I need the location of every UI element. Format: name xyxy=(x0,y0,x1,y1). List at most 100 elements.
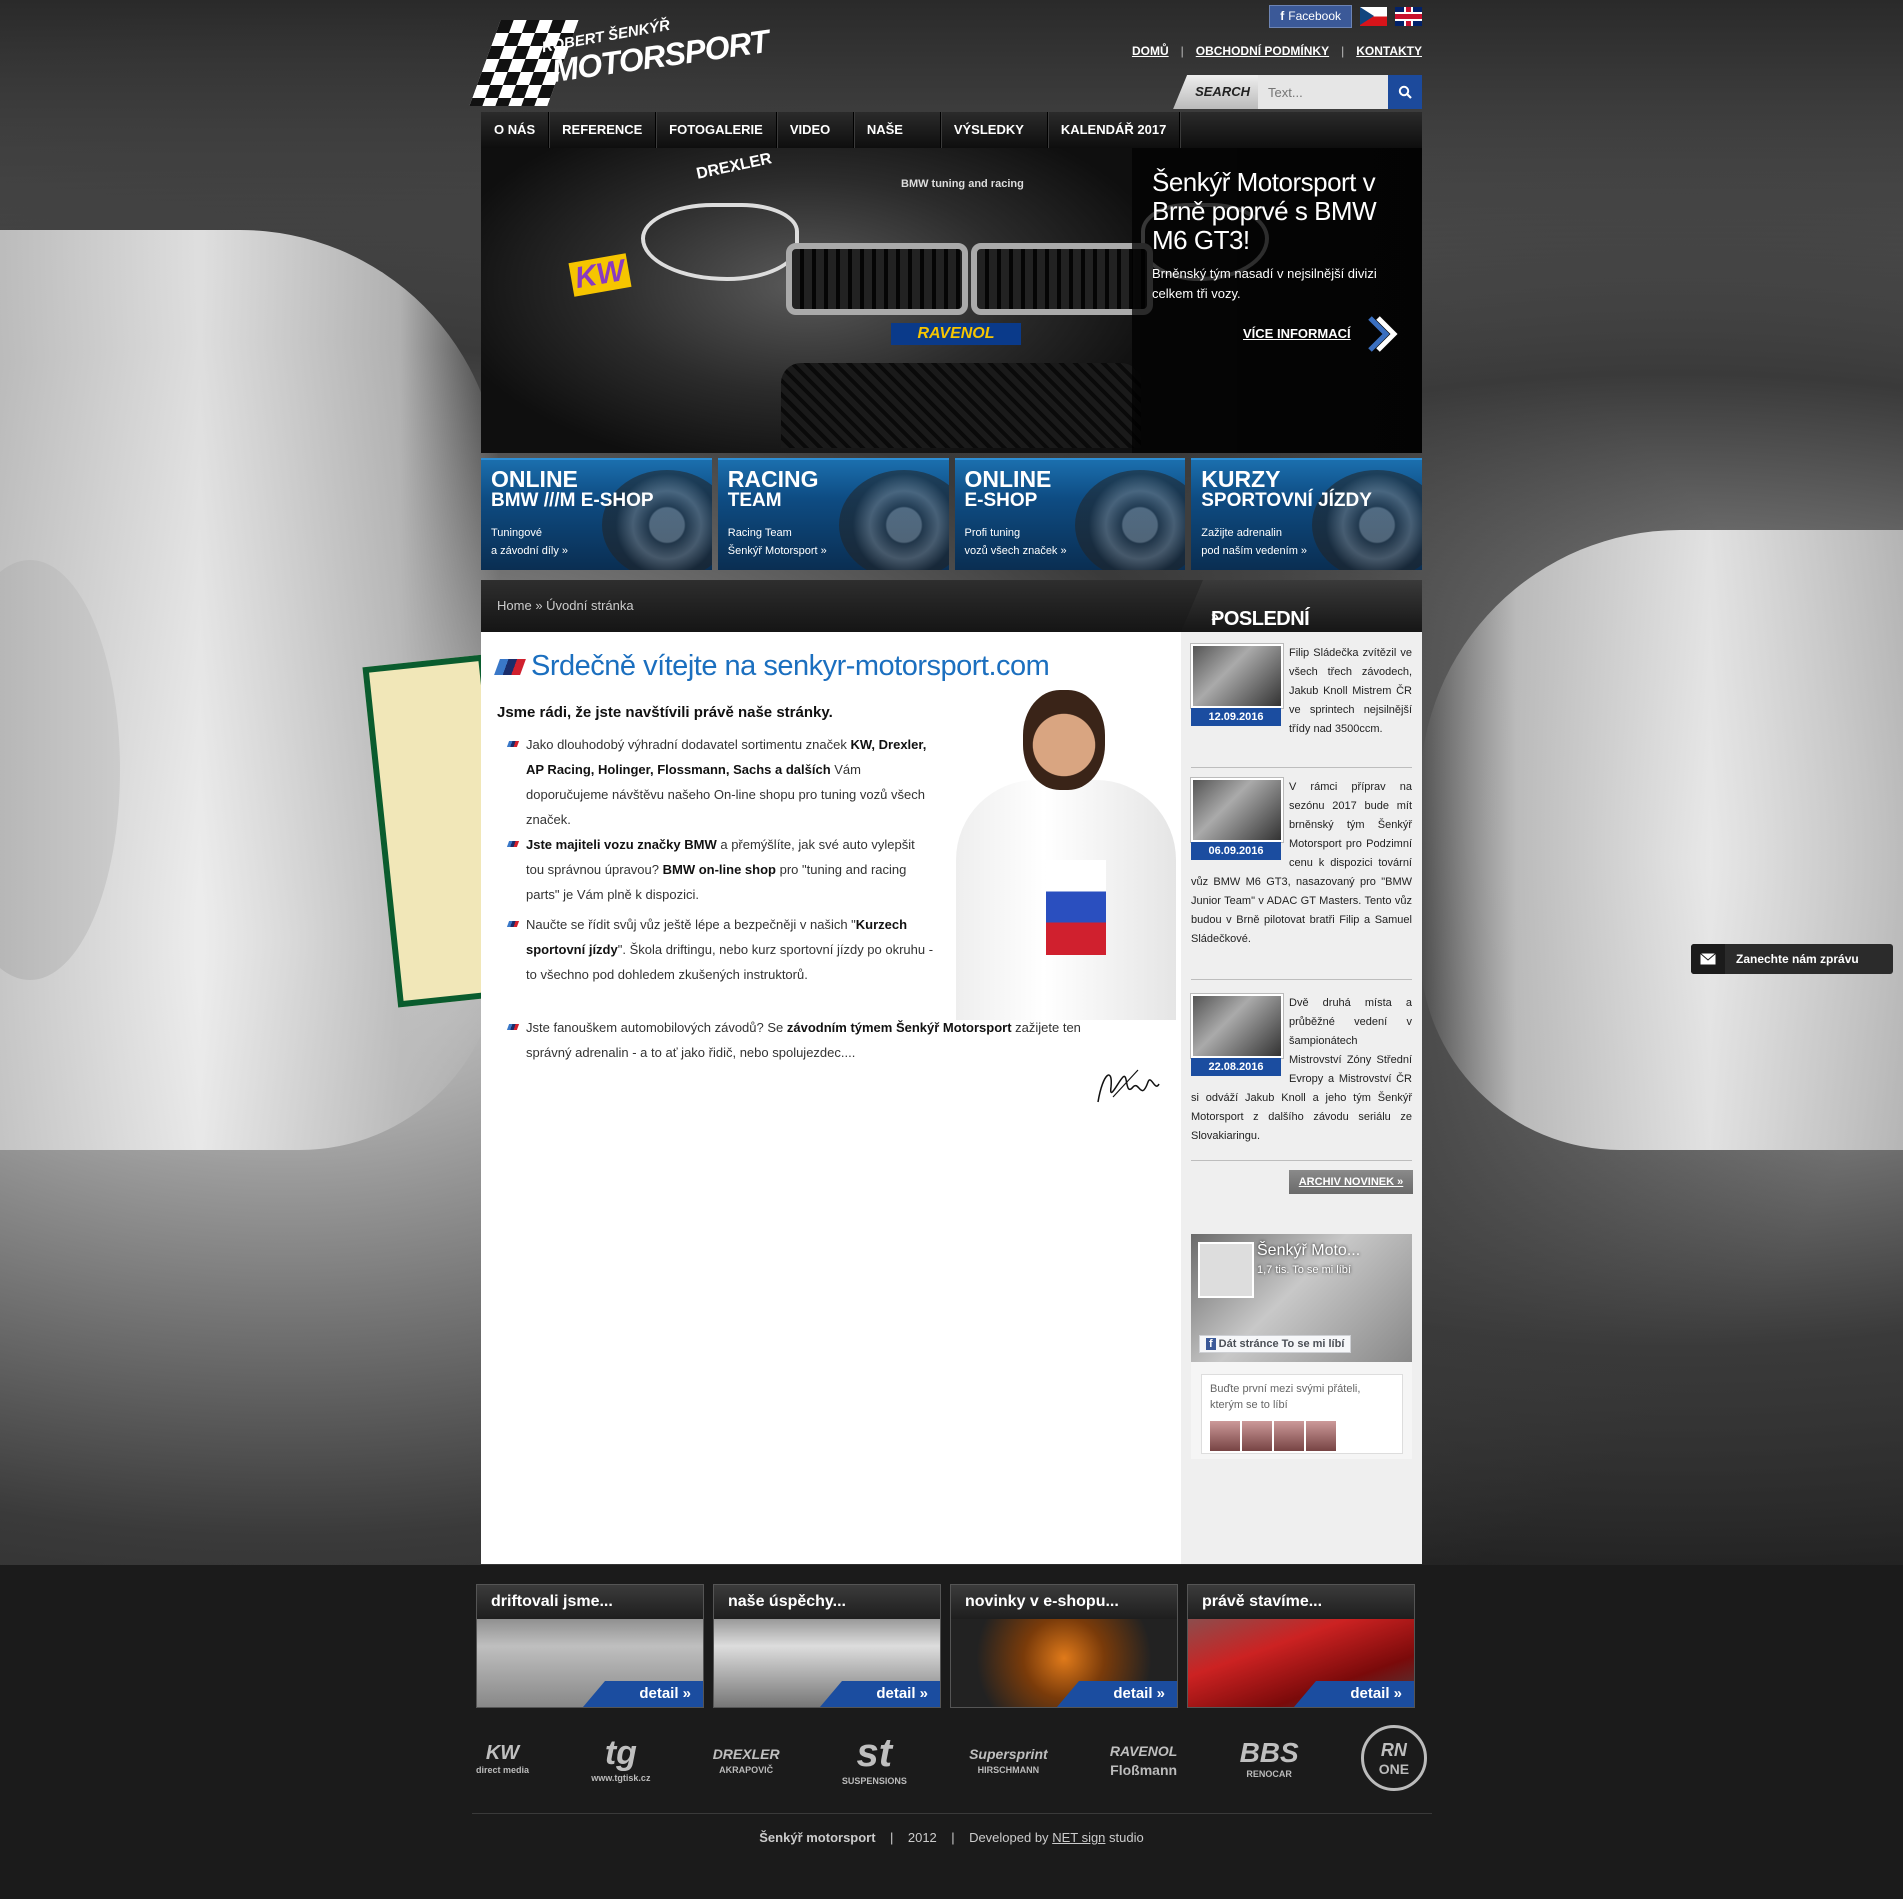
facebook-page-widget: Šenkýř Moto... 1,7 tis. To se mi líbí fD… xyxy=(1191,1234,1412,1459)
link-contacts[interactable]: KONTAKTY xyxy=(1356,44,1422,58)
sponsor-logo-ravenol[interactable]: RAVENOL Floßmann xyxy=(1110,1739,1177,1778)
nav-item-gallery[interactable]: FOTOGALERIE xyxy=(656,112,777,148)
kidney-grille-left xyxy=(786,243,968,315)
promo-tile-eshop[interactable]: ONLINE E-SHOP Profi tuning vozů všech zna… xyxy=(954,458,1186,570)
racing-image xyxy=(838,470,949,570)
facebook-label: Facebook xyxy=(1288,9,1341,23)
leave-message-tab[interactable]: Zanechte nám zprávu xyxy=(1691,944,1893,974)
driver-head xyxy=(1023,690,1105,790)
developer-link[interactable]: NET sign xyxy=(1052,1830,1105,1845)
news-item[interactable]: 06.09.2016 V rámci příprav na sezónu 201… xyxy=(1191,778,1412,980)
breadcrumb-current: Úvodní stránka xyxy=(546,598,634,613)
footer-tile-drift[interactable]: driftovali jsme... detail » xyxy=(476,1584,704,1708)
hero-banner[interactable]: DREXLER BMW tuning and racing KW RAVENOL… xyxy=(481,148,1422,453)
banner-title: Šenkýř Motorsport v Brně poprvé s BMW M6… xyxy=(1152,167,1377,255)
chevron-right-icon[interactable] xyxy=(1366,316,1398,352)
banner-more-link[interactable]: VÍCE INFORMACÍ xyxy=(1243,326,1351,341)
page-title: Srdečně vítejte na senkyr-motorsport.com xyxy=(494,650,1050,683)
sponsor-logo-supersprint[interactable]: Supersprint HIRSCHMANN xyxy=(969,1742,1048,1775)
avatar xyxy=(1210,1421,1240,1451)
promo-title: RACING xyxy=(727,466,819,492)
friend-avatars xyxy=(1210,1421,1336,1451)
m-stripe-icon xyxy=(494,658,526,675)
promo-title: KURZY xyxy=(1201,466,1281,492)
paragraph-brands: Jako dlouhodobý výhradní dodavatel sorti… xyxy=(506,732,936,832)
brake-image xyxy=(1075,470,1186,570)
link-terms[interactable]: OBCHODNÍ PODMÍNKY xyxy=(1196,44,1329,58)
archive-button[interactable]: ARCHIV NOVINEK » xyxy=(1289,1170,1413,1194)
avatar xyxy=(1306,1421,1336,1451)
banner-text: Brněnský tým nasadí v nejsilnější divizi… xyxy=(1152,266,1377,301)
nav-item-results[interactable]: VÝSLEDKY xyxy=(941,112,1048,148)
facebook-profile-picture[interactable] xyxy=(1198,1242,1254,1298)
footer-tile-title: právě stavíme... xyxy=(1188,1585,1414,1619)
bullet-icon xyxy=(506,741,520,747)
footer-divider xyxy=(472,1813,1432,1814)
sponsor-logo-tg[interactable]: tg www.tgtisk.cz xyxy=(591,1734,650,1783)
nav-item-cars[interactable]: NAŠE AUTA xyxy=(854,112,941,173)
news-item[interactable]: 12.09.2016 Filip Sládečka zvítězil ve vš… xyxy=(1191,644,1412,768)
site-logo[interactable]: ROBERT ŠENKÝŘ MOTORSPORT xyxy=(469,8,771,113)
news-item[interactable]: 22.08.2016 Dvě druhá místa a průběžné ve… xyxy=(1191,994,1412,1161)
nav-item-about[interactable]: O NÁS xyxy=(481,112,550,148)
top-links: DOMŮ | OBCHODNÍ PODMÍNKY | KONTAKTY xyxy=(1131,44,1422,58)
promo-tile-racing-team[interactable]: RACING TEAM Racing Team Šenkýř Motorsport… xyxy=(717,458,949,570)
promo-title: ONLINE xyxy=(491,466,578,492)
nav-item-reference[interactable]: REFERENCE xyxy=(549,112,657,148)
paragraph-bmw: Jste majiteli vozu značky BMW a přemýšlí… xyxy=(506,832,936,907)
search-icon xyxy=(1398,85,1412,99)
news-divider xyxy=(1191,767,1412,768)
facebook-friends-text: Buďte první mezi svými přáteli, kterým s… xyxy=(1210,1383,1361,1411)
nav-item-calendar[interactable]: KALENDÁŘ 2017 xyxy=(1048,112,1181,148)
sponsor-logo-kw[interactable]: KW direct media xyxy=(476,1742,529,1775)
news-divider xyxy=(1191,979,1412,980)
facebook-icon: f xyxy=(1206,1338,1216,1350)
footer-tile-title: naše úspěchy... xyxy=(714,1585,940,1619)
latest-news-header[interactable]: POSLEDNÍ NOVINKY » xyxy=(1181,580,1422,632)
promo-tile-bmw-eshop[interactable]: ONLINE BMW ///M E-SHOP Tuningové a závodn… xyxy=(481,458,712,570)
sponsor-logo-st[interactable]: st SUSPENSIONS xyxy=(842,1731,907,1786)
news-date: 12.09.2016 xyxy=(1191,708,1281,726)
promo-subtitle: E-SHOP xyxy=(964,490,1038,511)
search-button[interactable] xyxy=(1388,75,1422,109)
news-thumbnail[interactable] xyxy=(1191,778,1283,842)
lower-grille xyxy=(781,363,1141,448)
news-date: 22.08.2016 xyxy=(1191,1058,1281,1076)
footer-tile-successes[interactable]: naše úspěchy... detail » xyxy=(713,1584,941,1708)
breadcrumb: Home » Úvodní stránka xyxy=(497,598,634,613)
lead-text: Jsme rádi, že jste navštívili právě naše… xyxy=(497,704,833,721)
promo-tiles: ONLINE BMW ///M E-SHOP Tuningové a závodn… xyxy=(481,458,1422,570)
flag-czech-icon[interactable] xyxy=(1360,7,1387,26)
facebook-friends-box: Buďte první mezi svými přáteli, kterým s… xyxy=(1201,1374,1403,1454)
facebook-likes-count: 1,7 tis. To se mi líbí xyxy=(1257,1264,1351,1276)
envelope-icon xyxy=(1691,944,1725,974)
news-divider xyxy=(1191,1160,1412,1161)
footer-tile-title: novinky v e-shopu... xyxy=(951,1585,1177,1619)
flag-uk-icon[interactable] xyxy=(1395,7,1422,26)
breadcrumb-home[interactable]: Home xyxy=(497,598,532,613)
link-home[interactable]: DOMŮ xyxy=(1132,44,1169,58)
sponsor-logo-drexler[interactable]: DREXLER AKRAPOVIČ xyxy=(713,1742,780,1775)
sponsor-logo-bbs[interactable]: BBS RENOCAR xyxy=(1240,1737,1299,1779)
facebook-icon: f xyxy=(1280,9,1285,23)
sponsor-logo-rn-one[interactable]: RN ONE xyxy=(1360,1725,1427,1791)
footer-tiles: driftovali jsme... detail » naše úspěchy… xyxy=(476,1584,1427,1708)
facebook-like-button[interactable]: f Dát stránce To se mi líbí xyxy=(1199,1335,1352,1353)
promo-desc: Tuningové a závodní díly » xyxy=(491,527,569,557)
page-title-text: Srdečně vítejte na senkyr-motorsport.com xyxy=(531,650,1050,682)
nav-item-video[interactable]: VIDEO xyxy=(777,112,854,148)
facebook-button[interactable]: f Facebook xyxy=(1269,5,1352,28)
promo-subtitle: TEAM xyxy=(727,490,782,511)
facebook-page-name[interactable]: Šenkýř Moto... xyxy=(1257,1242,1360,1260)
promo-subtitle: BMW ///M E-SHOP xyxy=(491,490,654,511)
news-sidebar: 12.09.2016 Filip Sládečka zvítězil ve vš… xyxy=(1181,632,1422,1564)
news-thumbnail[interactable] xyxy=(1191,644,1283,708)
promo-desc: Racing Team Šenkýř Motorsport » xyxy=(727,527,827,557)
search-input[interactable] xyxy=(1258,75,1388,109)
footer-tile-building[interactable]: právě stavíme... detail » xyxy=(1187,1584,1415,1708)
footer-tile-eshop-news[interactable]: novinky v e-shopu... detail » xyxy=(950,1584,1178,1708)
promo-tile-driving-courses[interactable]: KURZY SPORTOVNÍ JÍZDY Zažijte adrenalin p… xyxy=(1191,458,1422,570)
news-thumbnail[interactable] xyxy=(1191,994,1283,1058)
breadcrumb-bar: Home » Úvodní stránka POSLEDNÍ NOVINKY » xyxy=(481,580,1422,632)
driver-photo xyxy=(911,690,1181,1020)
